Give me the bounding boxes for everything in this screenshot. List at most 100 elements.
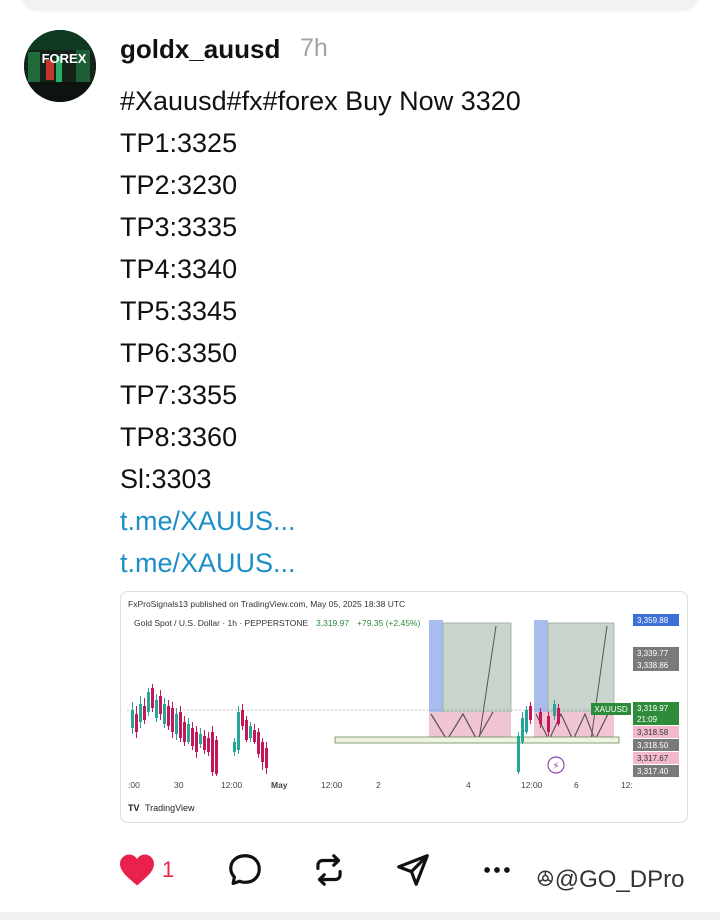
like-count: 1 <box>162 857 175 882</box>
watermark-logo-icon: ꔮ <box>536 866 555 893</box>
setup-zone-2 <box>534 620 615 742</box>
candle <box>261 738 264 770</box>
price-label: 3,319.97 <box>637 704 669 713</box>
post-line-tp1: TP1:3325 <box>120 128 238 158</box>
candle <box>241 704 244 730</box>
time-tick-label: 12:00 <box>221 780 243 790</box>
candle <box>237 706 240 754</box>
candle <box>199 728 202 748</box>
price-label: 21:09 <box>637 715 658 724</box>
zone-2-blue <box>534 620 548 714</box>
zone-1-target <box>442 622 512 713</box>
candle <box>179 706 182 742</box>
chart-published-line: FxProSignals13 published on TradingView.… <box>128 599 405 609</box>
candle <box>171 702 174 738</box>
post-time: 7h <box>300 34 328 62</box>
post-link-2[interactable]: t.me/XAUUS... <box>120 542 521 584</box>
candle <box>203 730 206 754</box>
repost-button[interactable] <box>310 840 348 900</box>
price-label: 3,318.58 <box>637 728 669 737</box>
tradingview-logo-icon: TV <box>128 803 140 813</box>
candle <box>159 690 162 720</box>
post-line-tp5: TP5:3345 <box>120 296 238 326</box>
candle <box>521 712 524 744</box>
watermark-text: @GO_DPro <box>554 866 685 893</box>
candle <box>529 702 532 724</box>
candle <box>187 718 190 744</box>
candle <box>245 716 248 742</box>
tradingview-brand: TradingView <box>145 803 195 813</box>
like-button[interactable]: 1 <box>118 840 174 900</box>
previous-post-card <box>22 0 698 10</box>
candle <box>249 722 252 742</box>
watermark: ꔮ@GO_DPro <box>536 866 684 894</box>
candle <box>195 726 198 758</box>
candle <box>211 726 214 776</box>
candle <box>143 698 146 724</box>
candle <box>155 694 158 722</box>
post-line-tp7: TP7:3355 <box>120 380 238 410</box>
candle <box>151 684 154 712</box>
time-tick-label: 6 <box>574 780 579 790</box>
more-button[interactable] <box>480 840 514 900</box>
price-label: 3,318.50 <box>637 741 669 750</box>
time-tick-label: May <box>271 780 288 790</box>
symbol-tag: XAUUSD <box>594 705 628 714</box>
candle <box>139 696 142 728</box>
candle <box>207 732 210 756</box>
candle <box>517 732 520 774</box>
candle <box>167 700 170 730</box>
time-tick-label: 12:00 <box>521 780 543 790</box>
comment-button[interactable] <box>226 840 264 900</box>
price-label: 3,317.40 <box>637 767 669 776</box>
candle <box>233 738 236 756</box>
candle <box>265 742 268 774</box>
time-tick-label: 30 <box>174 780 184 790</box>
post-line-tp6: TP6:3350 <box>120 338 238 368</box>
time-tick-label: 2 <box>376 780 381 790</box>
setup-zone-1 <box>429 620 512 742</box>
post-text: #Xauusd#fx#forex Buy Now 3320 TP1:3325 T… <box>120 80 521 584</box>
candle <box>163 698 166 728</box>
post-line-headline: #Xauusd#fx#forex Buy Now 3320 <box>120 86 521 116</box>
bottom-divider <box>0 912 720 920</box>
candle <box>183 716 186 746</box>
post-link-1[interactable]: t.me/XAUUS... <box>120 500 521 542</box>
price-label: 3,359.88 <box>637 616 669 625</box>
candle <box>215 736 218 776</box>
time-tick-label: 12:00 <box>321 780 343 790</box>
candle <box>253 724 256 744</box>
post-line-tp4: TP4:3340 <box>120 254 238 284</box>
avatar-logo-text: FOREX <box>42 51 87 66</box>
bolt-glyph: ⚡ <box>552 761 559 772</box>
repost-icon <box>316 854 342 886</box>
share-button[interactable] <box>394 840 432 900</box>
candle <box>525 706 528 734</box>
more-icon <box>484 867 510 873</box>
avatar-image: FOREX <box>24 30 96 102</box>
time-tick-label: 4 <box>466 780 471 790</box>
price-label: 3,317.67 <box>637 754 669 763</box>
price-label: 3,338.86 <box>637 661 669 670</box>
heart-icon <box>120 854 154 886</box>
support-zone <box>334 736 620 744</box>
chart-attachment[interactable]: FxProSignals13 published on TradingView.… <box>120 591 688 823</box>
time-tick-label: :00 <box>128 780 140 790</box>
post-username[interactable]: goldx_auusd <box>120 34 280 65</box>
avatar[interactable]: FOREX <box>24 30 96 102</box>
time-tick-label: 12: <box>621 780 633 790</box>
chart-symbol-line: Gold Spot / U.S. Dollar · 1h · PEPPERSTO… <box>134 618 308 628</box>
candle <box>135 706 138 738</box>
trading-chart: FxProSignals13 published on TradingView.… <box>127 599 679 813</box>
candle <box>175 708 178 740</box>
post-line-tp3: TP3:3335 <box>120 212 238 242</box>
zone-1-blue <box>429 620 443 714</box>
send-icon <box>397 854 429 886</box>
price-axis: 3,359.88 3,339.77 3,338.86 3,319.97 21:09 3,3… <box>633 614 679 777</box>
candle <box>131 702 134 734</box>
candle <box>257 728 260 758</box>
candle <box>147 688 150 716</box>
chart-last-price: 3,319.97 <box>316 618 349 628</box>
chart-change: +79.35 (+2.45%) <box>357 618 420 628</box>
post-line-sl: Sl:3303 <box>120 464 212 494</box>
